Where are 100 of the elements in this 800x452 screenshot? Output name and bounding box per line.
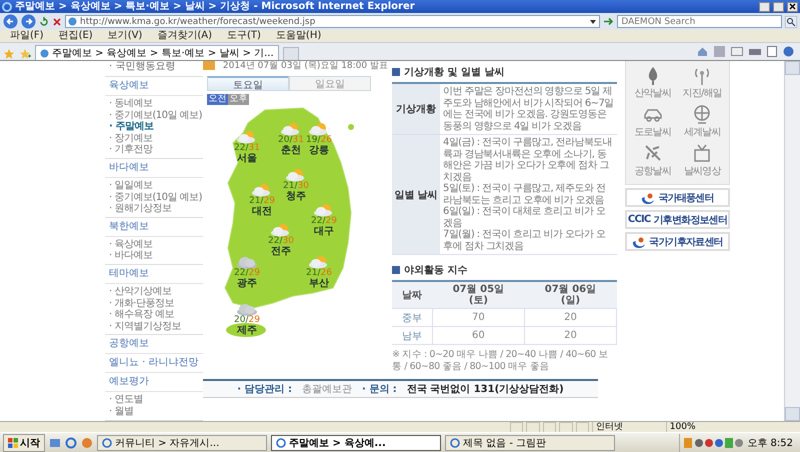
sidebar-item[interactable]: · 동네예보 [109, 98, 203, 110]
page-icon[interactable] [767, 46, 777, 57]
menu-item[interactable]: 도구(T) [227, 30, 261, 42]
menu-item[interactable]: 편집(E) [58, 30, 93, 42]
banner-link[interactable]: 국가기후자료센터 [625, 232, 730, 251]
star-icon[interactable] [3, 48, 15, 60]
forecast-text: 7일(월) : 전국이 흐리고 비가 오다가 오후에 점차 그치겠음 [443, 229, 606, 252]
browser-logo-icon [2, 2, 12, 12]
menu-item[interactable]: 보기(V) [108, 30, 142, 42]
table-cell: 남부 [392, 326, 432, 344]
menu-item[interactable]: 도움말(H) [276, 30, 322, 42]
footer-label: · 담당관리 : [237, 383, 292, 396]
sidebar-heading[interactable]: 공항예보 [105, 335, 203, 354]
sidebar-item[interactable]: · 바다예보 [109, 250, 203, 262]
dropdown-icon[interactable] [589, 18, 598, 26]
sidebar-heading[interactable]: 북한예보 [105, 218, 203, 237]
scrollbar[interactable] [784, 61, 800, 421]
section-title: 야외활동 지수 [404, 264, 468, 277]
day-tab[interactable]: 토요일 [207, 76, 289, 91]
row-label: 일별 날씨 [392, 134, 440, 254]
sidebar-item[interactable]: · 육상예보 [109, 238, 203, 250]
forward-icon[interactable] [21, 14, 36, 29]
forecast-text: 5일(토) : 전국이 구름많고, 제주도와 전라남북도는 흐리고 오후에 비가 오겠음 [443, 183, 606, 206]
cloud-icon [236, 302, 258, 316]
tray-icons-drawing [684, 438, 744, 448]
sidebar-item[interactable]: · 일일예보 [109, 180, 203, 192]
day-tab[interactable]: 일요일 [289, 76, 371, 91]
temperature: 19/26 [306, 136, 332, 145]
banner-link[interactable]: 국가태풍센터 [625, 188, 730, 207]
close-icon [789, 3, 796, 10]
page-icon [40, 48, 49, 58]
sidebar-item[interactable]: · 산악기상예보 [109, 286, 203, 298]
browser-logo-icon[interactable] [65, 436, 77, 448]
start-button[interactable]: 시작 [3, 434, 45, 452]
search-icon[interactable] [785, 16, 797, 28]
time-toggle[interactable]: 오후 [228, 94, 249, 105]
sidebar-item[interactable]: · 주말예보 [109, 121, 203, 133]
media-icon[interactable] [81, 436, 93, 448]
city-name: 제주 [237, 325, 257, 336]
desktop-icon[interactable] [49, 436, 61, 448]
quick-link[interactable]: 도로날씨 [628, 104, 678, 139]
browser-tab[interactable]: 주말예보 > 육상예보 > 특보·예보 > 날씨 > 기... [35, 45, 279, 60]
sidebar-item[interactable]: · 연도별 [109, 394, 203, 406]
sidebar-item[interactable]: · 장기예보 [109, 132, 203, 144]
temperature: 22/30 [268, 237, 294, 246]
sun-cloud-icon [236, 130, 258, 144]
quick-link[interactable]: 산악날씨 [628, 65, 678, 100]
quick-link[interactable]: 공항날씨 [628, 143, 678, 178]
menu-item[interactable]: 파일(F) [10, 30, 44, 42]
taskbar-window[interactable]: 주말예보 > 육상예... [271, 434, 441, 450]
sidebar-item[interactable]: · 기후전망 [109, 144, 203, 156]
banner-link[interactable]: CCIC 기후변화정보센터 [625, 210, 730, 229]
sidebar-item[interactable]: · 지역별기상정보 [109, 320, 203, 332]
city-name: 전주 [271, 246, 291, 257]
table-cell: 60 [432, 326, 524, 344]
page-icon [68, 17, 77, 26]
sidebar-heading[interactable]: 엘니뇨 · 라니냐전망 [105, 354, 203, 374]
row-label: 기상개황 [392, 84, 440, 134]
sidebar-heading[interactable]: 테마예보 [105, 264, 203, 284]
home-icon[interactable] [697, 46, 708, 57]
address-field[interactable]: http://www.kma.go.kr/weather/forecast/weekend.jsp [65, 15, 600, 28]
sidebar-item[interactable]: · 해수욕장 예보 [109, 309, 203, 321]
taskbar-window[interactable]: 커뮤니티 > 자유게시... [97, 434, 267, 450]
bullet-icon [392, 266, 400, 274]
sidebar-heading[interactable]: 육상예보 [105, 77, 203, 96]
sidebar-item[interactable]: · 중기예보(10일 예보) [109, 192, 203, 204]
sidebar-item[interactable]: · 원해기상정보 [109, 203, 203, 215]
sidebar-item[interactable]: · 개화·단풍정보 [109, 298, 203, 310]
sidebar-item[interactable]: · 중기예보(10일 예보) [109, 110, 203, 122]
quick-link[interactable]: 세계날씨 [678, 104, 727, 139]
refresh-icon[interactable] [39, 16, 49, 26]
maximize-button[interactable] [773, 2, 784, 12]
time-toggle[interactable]: 오전 [207, 94, 228, 105]
sidebar-item[interactable]: · 월별 [109, 406, 203, 418]
back-icon[interactable] [3, 14, 18, 29]
quick-link[interactable]: 지진/해일 [678, 65, 727, 100]
table-cell: 중부 [392, 308, 432, 326]
footer-value: 전국 국번없이 131(기상상담전화) [406, 383, 564, 396]
taskbar-window[interactable]: 제목 없음 - 그림판 [445, 434, 615, 450]
close-button[interactable] [787, 2, 798, 12]
sun-cloud-icon [313, 203, 335, 217]
table-cell: 70 [432, 308, 524, 326]
clock: 오후 8:52 [747, 436, 793, 450]
sidebar-heading[interactable]: 바다예보 [105, 158, 203, 178]
sidebar-item[interactable]: · 국민행동요령 [105, 61, 203, 77]
menu-item[interactable]: 즐겨찾기(A) [157, 30, 212, 42]
go-arrow-icon[interactable] [603, 16, 614, 27]
temperature: 20/31 [278, 136, 304, 145]
stop-icon[interactable] [52, 16, 62, 26]
minimize-button[interactable] [759, 2, 770, 12]
section-title: 기상개황 및 일별 날씨 [404, 66, 504, 79]
search-field[interactable]: DAEMON Search [617, 15, 782, 28]
window-title: 주말예보 > 육상예보 > 특보·예보 > 날씨 > 기상청 - Microsoft Internet Explorer [15, 0, 416, 13]
city-name: 광주 [237, 278, 257, 289]
add-favorite-icon[interactable] [19, 48, 31, 60]
swirl-logo-icon [632, 236, 646, 248]
quick-link[interactable]: 날씨영상 [678, 143, 727, 178]
footer-label: · 문의 : [362, 383, 397, 396]
sun-cloud-icon [280, 122, 302, 136]
city-name: 청주 [286, 191, 306, 202]
